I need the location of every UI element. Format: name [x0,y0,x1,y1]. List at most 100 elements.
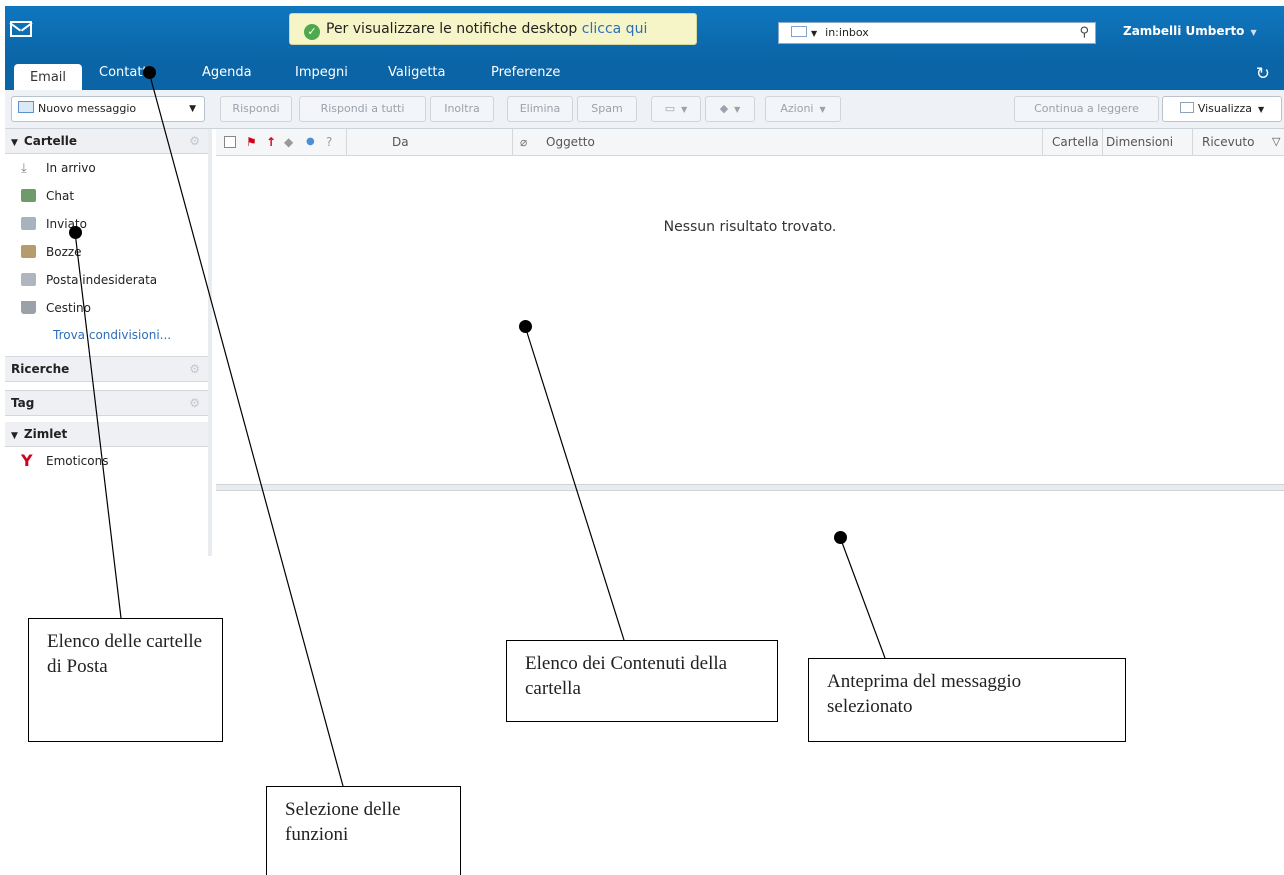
empty-list-message: Nessun risultato trovato. [663,219,837,235]
tab-preferenze[interactable]: Preferenze [491,65,560,80]
search-type-dropdown-icon[interactable]: ▼ [811,29,817,38]
new-message-label: Nuovo messaggio [38,102,137,115]
searches-header[interactable]: Ricerche ⚙ [5,356,208,382]
callout-contents: Elenco dei Contenuti della cartella [506,640,778,722]
zimlet-emoticons[interactable]: Y Emoticons [5,447,208,475]
tags-header[interactable]: Tag ⚙ [5,390,208,416]
new-message-button[interactable]: Nuovo messaggio ▼ [11,96,205,122]
marker-dot [69,226,82,239]
continue-reading-button[interactable]: Continua a leggere [1014,96,1159,122]
status-icon[interactable]: ? [326,129,332,155]
zimlet-label: Emoticons [46,454,109,468]
gear-icon[interactable]: ⚙ [189,129,200,153]
callout-functions: Selezione delle funzioni [266,786,461,875]
tab-agenda[interactable]: Agenda [202,65,252,80]
move-button[interactable]: ▭ ▼ [651,96,701,122]
folders-header[interactable]: ▼ Cartelle ⚙ [5,129,208,154]
reading-pane [216,491,1284,556]
chevron-down-icon[interactable]: ▼ [189,97,196,121]
refresh-icon[interactable]: ↻ [1256,64,1270,84]
user-name[interactable]: Zambelli Umberto [1123,24,1244,38]
find-shares-link[interactable]: Trova condivisioni... [5,322,208,356]
marker-dot [143,66,156,79]
collapse-icon[interactable]: ▼ [11,138,18,148]
drafts-folder-icon [21,245,36,258]
actions-label: Azioni [780,102,814,115]
folder-label: Cestino [46,301,91,315]
view-label: Visualizza [1197,102,1253,115]
column-divider [346,129,347,155]
col-from[interactable]: Da [392,129,409,155]
chevron-down-icon: ▼ [819,105,826,114]
search-input[interactable]: in:inbox [825,26,869,39]
folder-trash[interactable]: Cestino [5,294,208,322]
chevron-down-icon: ▼ [1258,105,1265,114]
inbox-icon: ⤓ [21,161,27,176]
tag-button[interactable]: ◆ ▼ [705,96,755,122]
trash-icon [21,301,36,314]
view-button[interactable]: Visualizza ▼ [1162,96,1282,122]
mail-logo-icon[interactable] [10,21,32,37]
view-icon [1179,102,1194,113]
folder-chat[interactable]: Chat [5,182,208,210]
actions-button[interactable]: Azioni ▼ [765,96,841,122]
chat-folder-icon [21,189,36,202]
col-folder[interactable]: Cartella [1052,129,1099,155]
marker-dot [834,531,847,544]
folder-drafts[interactable]: Bozze [5,238,208,266]
yahoo-icon: Y [21,451,33,470]
sidebar: ▼ Cartelle ⚙ ⤓ In arrivo Chat Inviato Bozze… [5,129,212,556]
chevron-down-icon: ▼ [734,105,741,114]
reply-all-button[interactable]: Rispondi a tutti [299,96,426,122]
folder-label: Posta indesiderata [46,273,158,287]
attachment-icon[interactable]: ⌀ [520,129,527,155]
notification-text: Per visualizzare le notifiche desktop [326,21,578,37]
folder-inbox[interactable]: ⤓ In arrivo [5,154,208,182]
col-subject[interactable]: Oggetto [546,129,595,155]
reply-button[interactable]: Rispondi [220,96,292,122]
folder-junk[interactable]: Posta indesiderata [5,266,208,294]
check-icon: ✓ [304,24,320,40]
priority-icon[interactable]: ↑ [266,129,276,155]
spam-button[interactable]: Spam [577,96,637,122]
delete-button[interactable]: Elimina [507,96,573,122]
folder-sent[interactable]: Inviato [5,210,208,238]
chevron-down-icon[interactable]: ▼ [1250,28,1256,37]
col-received[interactable]: Ricevuto [1202,129,1254,155]
top-bar: ✓ Per visualizzare le notifiche desktop c… [5,6,1284,60]
flag-icon[interactable]: ⚑ [246,129,257,155]
sent-folder-icon [21,217,36,230]
zimlets-title: Zimlet [23,427,68,441]
gear-icon[interactable]: ⚙ [189,391,200,415]
select-all-checkbox[interactable] [224,136,236,148]
folder-icon: ▭ [664,102,676,115]
collapse-icon[interactable]: ▼ [11,431,18,441]
unread-icon[interactable]: ● [306,129,315,155]
message-list-header: ⚑ ↑ ◆ ● ? Da ⌀ Oggetto Cartella Dimensio… [216,129,1284,156]
folders-title: Cartelle [23,134,77,148]
tab-impegni[interactable]: Impegni [295,65,348,80]
callout-preview: Anteprima del messaggio selezionato [808,658,1126,742]
user-menu[interactable]: Zambelli Umberto ▼ [1123,24,1257,38]
forward-button[interactable]: Inoltra [430,96,494,122]
envelope-icon[interactable] [791,26,807,37]
chevron-down-icon: ▼ [681,105,688,114]
pane-splitter[interactable] [216,484,1284,491]
zimlets-header[interactable]: ▼ Zimlet [5,422,208,447]
sort-icon[interactable]: ▽ [1272,129,1280,155]
toolbar: Nuovo messaggio ▼ Rispondi Rispondi a tu… [5,90,1284,129]
col-size[interactable]: Dimensioni [1106,129,1173,155]
callout-folders: Elenco delle cartelle di Posta [28,618,223,742]
tag-icon[interactable]: ◆ [284,129,293,155]
tags-title: Tag [11,396,35,410]
marker-dot [519,320,532,333]
gear-icon[interactable]: ⚙ [189,357,200,381]
junk-folder-icon [21,273,36,286]
notification-link[interactable]: clicca qui [582,21,648,37]
search-icon[interactable]: ⚲ [1079,23,1089,43]
mail-app: ✓ Per visualizzare le notifiche desktop c… [5,6,1284,556]
tab-valigetta[interactable]: Valigetta [388,65,445,80]
search-box[interactable]: ▼ in:inbox ⚲ [778,22,1096,44]
tab-email[interactable]: Email [14,64,82,90]
